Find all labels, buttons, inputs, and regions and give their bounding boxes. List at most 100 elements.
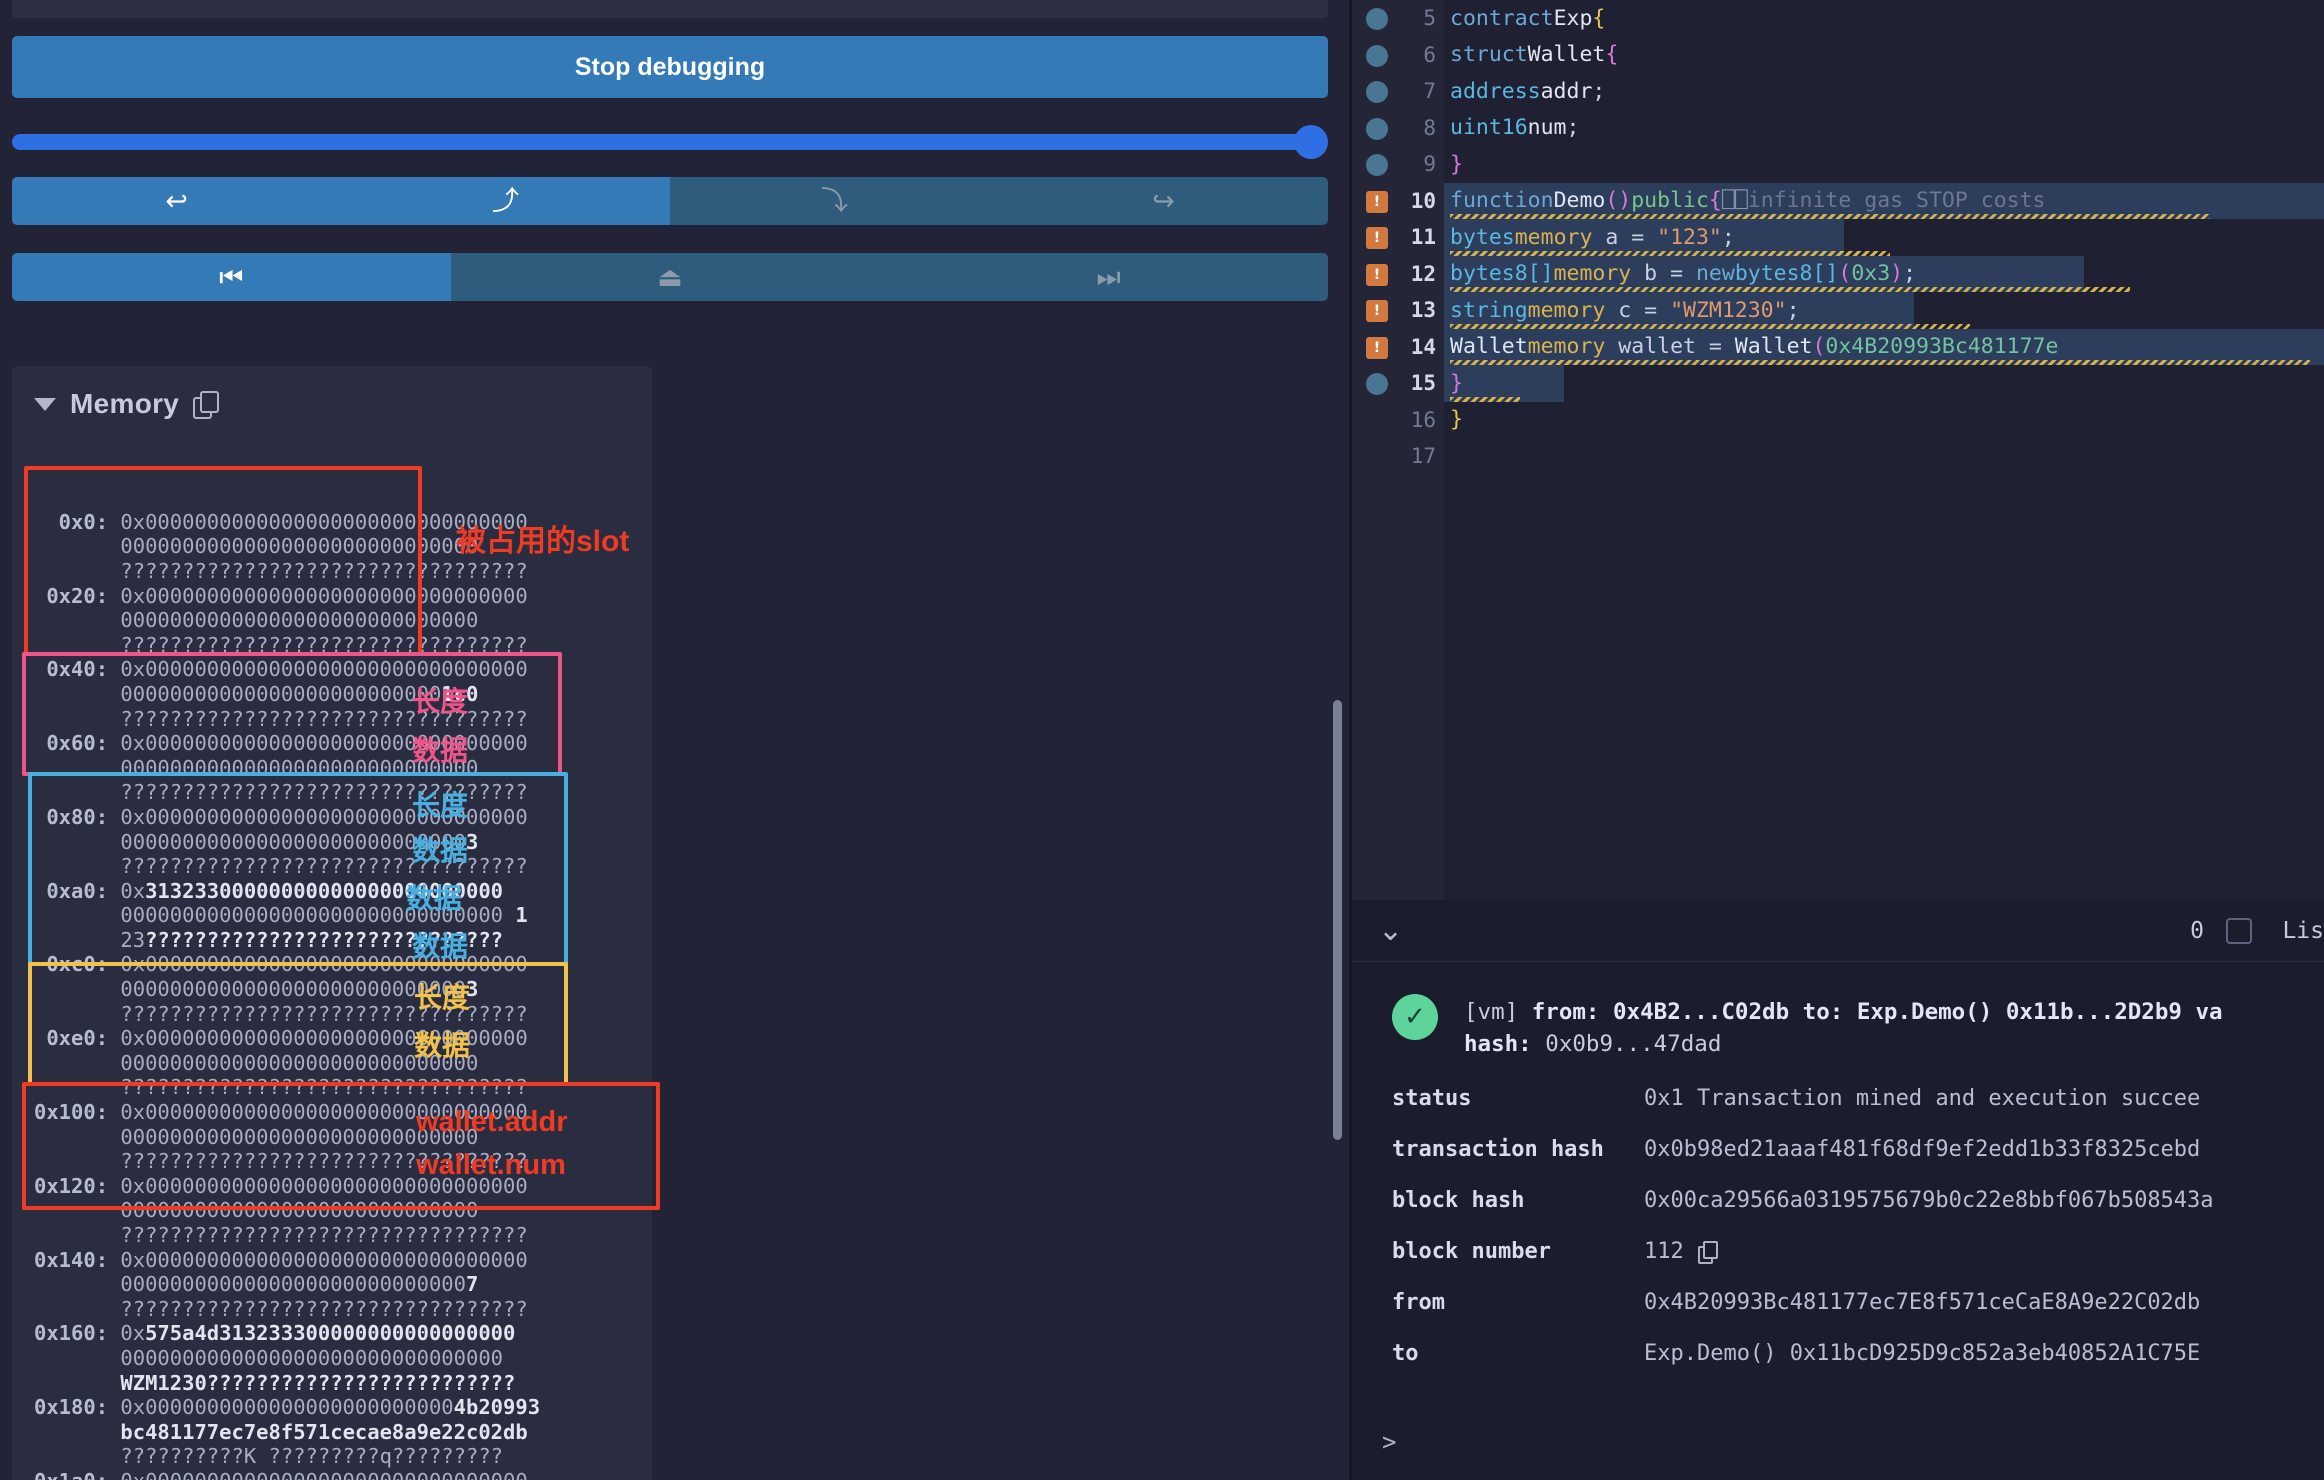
annotation-bytes8arr-length-label: 长度 (412, 790, 469, 821)
memory-row: 0x140: 0x0000000000000000000000000000000… (34, 1247, 528, 1321)
breakpoint-icon[interactable] (1366, 373, 1388, 395)
field-value: Exp.Demo() 0x11bcD925D9c852a3eb40852A1C7… (1644, 1341, 2201, 1366)
warning-icon[interactable]: ! (1366, 227, 1388, 249)
debug-step-slider[interactable] (12, 125, 1328, 159)
transaction-field: transaction hash 0x0b98ed21aaaf481f68df9e… (1392, 1111, 2324, 1162)
code-line[interactable]: 15 } (1352, 365, 2324, 402)
stop-debugging-label: Stop debugging (574, 52, 766, 81)
transaction-field: to Exp.Demo() 0x11bcD925D9c852a3eb40852A1… (1392, 1315, 2324, 1366)
code-line[interactable]: ! 12 bytes8[] memory b = new bytes8[](0x3… (1352, 255, 2324, 292)
terminal-prompt[interactable]: > (1382, 1428, 1396, 1456)
field-key: status (1392, 1086, 1472, 1111)
code-text: struct Wallet{ (1450, 42, 1619, 68)
code-line[interactable]: 5 contract Exp { (1352, 0, 2324, 37)
code-line[interactable]: ! 11 bytes memory a = "123"; (1352, 219, 2324, 256)
step-back-into-button[interactable]: ⤴ (341, 177, 670, 225)
chevron-down-icon[interactable] (34, 397, 56, 411)
jump-to-previous-breakpoint-button[interactable]: ⏮ (12, 253, 451, 301)
memory-title: Memory (70, 388, 180, 419)
stop-debugging-button[interactable]: Stop debugging (12, 36, 1328, 98)
memory-scrollbar[interactable] (1333, 700, 1342, 1140)
jump-out-button[interactable]: ⏏ (450, 253, 890, 301)
listen-checkbox[interactable] (2226, 917, 2252, 944)
step-button-row: ↩ ⤴ ⤵ ↪ (12, 177, 1328, 225)
code-text: } (1450, 407, 1463, 433)
memory-row: 0x1a0: 0x0000000000000000000000000000000… (34, 1469, 652, 1480)
transaction-summary[interactable]: ✓ [vm] from: 0x4B2...C02db to: Exp.Demo(… (1352, 962, 2324, 1060)
breakpoint-icon[interactable] (1366, 8, 1388, 30)
memory-row: 0x60: 0x0000000000000000000000000000000 … (34, 731, 528, 805)
warning-icon[interactable]: ! (1366, 336, 1388, 359)
warning-icon[interactable]: ! (1366, 300, 1388, 322)
memory-row: 0xc0: 0x0000000000000000000000000000000 … (34, 952, 528, 1026)
breakpoint-icon[interactable] (1366, 81, 1388, 103)
terminal-panel: ⌄ 0 Lis ✓ [vm] from: 0x4B2...C02db to: E… (1352, 900, 2324, 1480)
line-number: 6 (1423, 42, 1436, 67)
code-text: address addr; (1450, 78, 1606, 104)
code-line[interactable]: 8 uint16 num; (1352, 110, 2324, 147)
annotation-wallet-num-label: wallet.num (416, 1149, 566, 1181)
field-key: transaction hash (1392, 1137, 1604, 1162)
field-value: 0x0b98ed21aaaf481f68df9ef2edd1b33f8325ce… (1644, 1137, 2201, 1162)
annotation-wallet-addr-label: wallet.addr (416, 1106, 568, 1138)
code-editor[interactable]: 5 contract Exp {6 struct Wallet{7 address… (1352, 0, 2324, 900)
field-value: 0x4B20993Bc481177ec7E8f571ceCaE8A9e22C02… (1644, 1290, 2201, 1315)
line-number: 5 (1423, 6, 1436, 31)
breakpoint-icon[interactable] (1366, 44, 1388, 67)
copy-icon[interactable] (193, 391, 220, 419)
transaction-field: block number 112 (1392, 1213, 2324, 1264)
memory-row: 0xa0: 0x31323300000000000000000000000 00… (34, 878, 528, 952)
debugger-panel: Stop debugging ↩ ⤴ ⤵ ↪ ⏮ ⏏ ⏭ Memory 0x0:… (0, 0, 1352, 1480)
slider-thumb[interactable] (1294, 125, 1328, 159)
jump-to-next-breakpoint-button[interactable]: ⏭ (889, 253, 1328, 301)
warning-icon[interactable]: ! (1366, 190, 1388, 213)
line-number: 12 (1410, 261, 1436, 286)
memory-row: 0x40: 0x0000000000000000000000000000000 … (34, 657, 528, 731)
field-key: block number (1392, 1239, 1551, 1264)
chevron-double-down-icon[interactable]: ⌄ (1378, 916, 1403, 946)
annotation-bytes-a-length-label: 长度 (412, 686, 469, 717)
breakpoint-icon[interactable] (1366, 117, 1388, 140)
line-number: 17 (1410, 444, 1436, 469)
warning-icon[interactable]: ! (1366, 263, 1388, 286)
memory-row: 0x120: 0x0000000000000000000000000000000… (34, 1173, 528, 1247)
line-number: 16 (1410, 407, 1436, 432)
tx-hash-value: 0x0b9...47dad (1531, 1031, 1722, 1057)
transaction-summary-text: [vm] from: 0x4B2...C02db to: Exp.Demo() … (1464, 996, 2324, 1060)
slider-track[interactable] (12, 134, 1328, 150)
code-line[interactable]: 7 address addr; (1352, 73, 2324, 110)
memory-row: 0x180: 0x00000000000000000000000004b2099… (34, 1395, 541, 1469)
memory-panel: Memory 0x0: 0x00000000000000000000000000… (12, 366, 660, 1480)
step-over-button[interactable]: ↪ (999, 177, 1328, 225)
code-line[interactable]: ! 13 string memory c = "WZM1230"; (1352, 292, 2324, 329)
code-line[interactable]: 16} (1352, 402, 2324, 439)
transaction-field: block hash 0x00ca29566a0319575679b0c22e8b… (1392, 1162, 2324, 1213)
code-line[interactable]: ! 14 Wallet memory wallet = Wallet(0x4B20… (1352, 328, 2324, 365)
annotation-string-data-label: 数据 (414, 1030, 471, 1061)
breakpoint-icon[interactable] (1366, 154, 1388, 176)
line-number: 8 (1423, 115, 1436, 140)
transaction-field: from 0x4B20993Bc481177ec7E8f571ceCaE8A9e2… (1392, 1264, 2324, 1315)
line-number: 14 (1410, 334, 1436, 359)
code-line[interactable]: 6 struct Wallet{ (1352, 37, 2324, 74)
memory-dump: 0x0: 0x0000000000000000000000000000000 0… (12, 436, 652, 1480)
memory-row: 0x20: 0x0000000000000000000000000000000 … (34, 583, 528, 657)
editor-and-terminal: 5 contract Exp {6 struct Wallet{7 address… (1352, 0, 2324, 1480)
step-back-over-button[interactable]: ↩ (12, 177, 341, 225)
code-line[interactable]: 17 (1352, 438, 2324, 475)
step-into-button[interactable]: ⤵ (670, 177, 999, 225)
memory-row: 0x80: 0x0000000000000000000000000000000 … (34, 804, 528, 879)
copy-icon[interactable] (1697, 1241, 1718, 1264)
line-number: 10 (1410, 188, 1436, 213)
app-root: Stop debugging ↩ ⤴ ⤵ ↪ ⏮ ⏏ ⏭ Memory 0x0:… (0, 0, 2324, 1480)
field-key: from (1392, 1290, 1445, 1315)
annotation-occupied-slots-label: 被占用的slot (456, 525, 630, 558)
code-line[interactable]: 9 } (1352, 146, 2324, 183)
annotation-bytes8arr-data-3-label: 数据 (412, 931, 469, 962)
memory-header[interactable]: Memory (12, 366, 652, 436)
transaction-field: status 0x1 Transaction mined and executio… (1392, 1060, 2324, 1111)
tx-hash-key: hash: (1464, 1031, 1532, 1057)
field-value: 112 (1644, 1239, 1718, 1264)
code-line[interactable]: ! 10 function Demo() public { ⎕ ⎕ infinit… (1352, 182, 2324, 219)
